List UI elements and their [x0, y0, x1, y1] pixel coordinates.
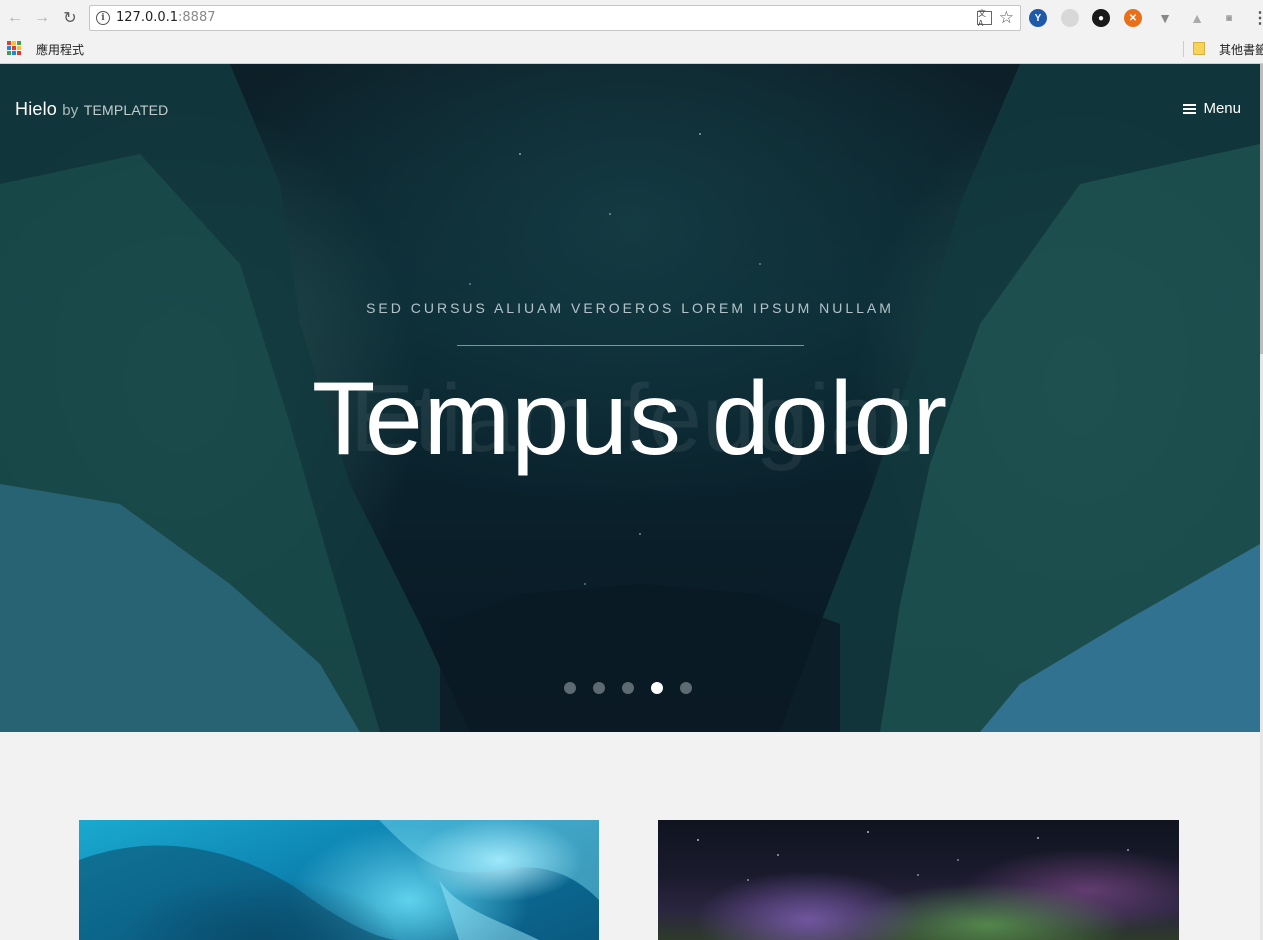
slider-dot-3[interactable]: [622, 682, 634, 694]
logo-brand: TEMPLATED: [83, 102, 169, 118]
logo-by: by: [62, 102, 79, 119]
translate-icon[interactable]: 文A: [977, 9, 992, 28]
site-header: Hielo by TEMPLATED Menu: [0, 64, 1260, 154]
hero-divider: [457, 345, 804, 346]
slider-dot-2[interactable]: [593, 682, 605, 694]
bookmarks-bar: 應用程式 其他書籤: [0, 37, 1263, 62]
slider-dot-5[interactable]: [680, 682, 692, 694]
menu-label: Menu: [1203, 100, 1241, 117]
aurora-sky-texture: [697, 831, 1129, 881]
drive-extension-icon[interactable]: ▲: [1188, 9, 1206, 27]
browser-chrome: ← → ↻ i 127.0.0.1:8887 文A ☆ Y ● ✕ ▼ ▲ ▣ …: [0, 0, 1263, 64]
v-extension-icon[interactable]: ▼: [1156, 9, 1174, 27]
cloud-extension-icon[interactable]: [1061, 9, 1079, 27]
hero-title: Tempus dolor: [311, 361, 949, 477]
url-port: :8887: [178, 10, 216, 25]
browser-menu-icon[interactable]: ⋮: [1252, 8, 1263, 28]
slider-pagination: [564, 682, 692, 694]
apps-grid-icon[interactable]: [7, 41, 21, 55]
bookmarks-divider: [1183, 41, 1184, 57]
other-bookmarks-link[interactable]: 其他書籤: [1219, 41, 1263, 58]
ice-cave-texture: [79, 820, 599, 940]
bookmark-star-icon[interactable]: ☆: [999, 8, 1014, 28]
back-arrow-icon[interactable]: ←: [5, 8, 25, 28]
hamburger-icon: [1183, 103, 1197, 114]
smart-extension-icon[interactable]: ▣: [1220, 9, 1238, 27]
address-url[interactable]: 127.0.0.1:8887: [116, 10, 216, 25]
hero-banner: Hielo by TEMPLATED Menu SED CURSUS ALIUA…: [0, 64, 1260, 732]
aurora-image[interactable]: [658, 820, 1179, 940]
bookmarks-apps-link[interactable]: 應用程式: [36, 41, 84, 58]
slider-dot-1[interactable]: [564, 682, 576, 694]
reload-icon[interactable]: ↻: [60, 8, 80, 28]
ghost-extension-icon[interactable]: ●: [1092, 9, 1110, 27]
menu-button[interactable]: Menu: [1183, 100, 1241, 117]
vivaldi-extension-icon[interactable]: Y: [1029, 9, 1047, 27]
forward-arrow-icon[interactable]: →: [32, 8, 52, 28]
address-bar[interactable]: i 127.0.0.1:8887 文A ☆: [89, 5, 1021, 31]
logo-name: Hielo: [15, 99, 58, 119]
url-host: 127.0.0.1: [116, 10, 179, 25]
ice-cave-image[interactable]: [79, 820, 599, 940]
folder-icon: [1193, 42, 1205, 55]
hero-kicker: SED CURSUS ALIUAM VEROEROS LOREM IPSUM N…: [366, 300, 894, 316]
browser-toolbar: ← → ↻ i 127.0.0.1:8887 文A ☆ Y ● ✕ ▼ ▲ ▣ …: [0, 0, 1263, 36]
site-logo[interactable]: Hielo by TEMPLATED: [15, 99, 168, 120]
slider-dot-4[interactable]: [651, 682, 663, 694]
site-info-icon[interactable]: i: [96, 11, 110, 25]
orange-extension-icon[interactable]: ✕: [1124, 9, 1142, 27]
